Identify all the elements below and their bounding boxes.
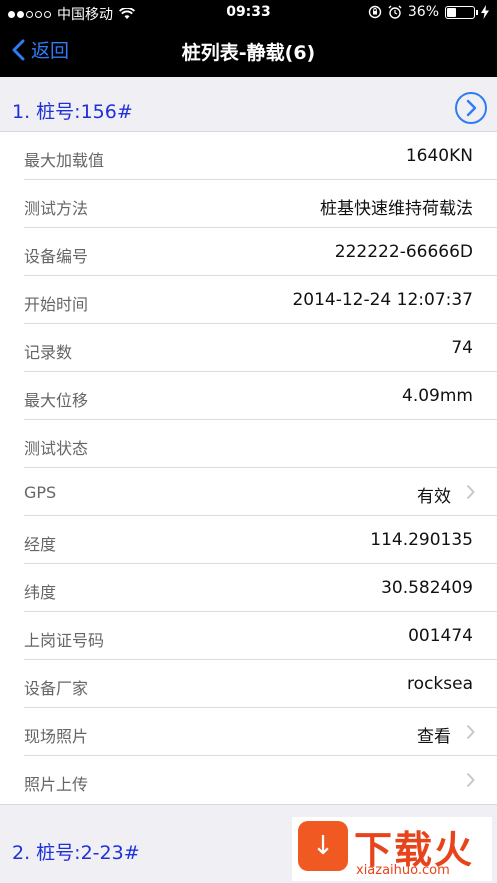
page-title: 桩列表-静载(6)	[181, 42, 316, 64]
list-row[interactable]: GPS 有效	[0, 468, 497, 516]
rotation-lock-icon	[368, 5, 382, 19]
row-value: 1640KN	[405, 146, 473, 166]
chevron-right-icon	[466, 99, 477, 117]
row-value: 查看	[417, 727, 451, 747]
row-label: 最大加载值	[24, 151, 105, 170]
top-bar: 中国移动 09:33 36% 返回 桩列表-静载(6)	[0, 0, 497, 77]
list-row: 测试状态	[0, 420, 497, 468]
list-row: 记录数 74	[0, 324, 497, 372]
list-row: 最大位移 4.09mm	[0, 372, 497, 420]
list-row: 设备编号 222222-66666D	[0, 228, 497, 276]
row-value: rocksea	[407, 674, 473, 694]
row-label: 最大位移	[24, 391, 89, 410]
row-value: 4.09mm	[402, 386, 473, 406]
row-label: 测试方法	[24, 199, 89, 218]
list-row: 开始时间 2014-12-24 12:07:37	[0, 276, 497, 324]
section-header-1: 1. 桩号:156#	[0, 77, 497, 131]
row-value: 001474	[408, 626, 473, 646]
row-value: 桩基快速维持荷载法	[320, 199, 473, 219]
battery-percent: 36%	[407, 4, 439, 20]
row-label: 照片上传	[24, 775, 89, 794]
row-label: 开始时间	[24, 295, 89, 314]
chevron-right-icon	[466, 724, 475, 740]
row-label: 记录数	[24, 343, 73, 362]
chevron-right-icon	[466, 484, 475, 500]
charging-icon	[481, 5, 489, 19]
detail-disclosure-button[interactable]	[455, 92, 487, 124]
row-value: 2014-12-24 12:07:37	[292, 290, 473, 310]
section-title: 2. 桩号:2-23#	[12, 842, 140, 864]
alarm-icon	[388, 5, 402, 19]
section-title: 1. 桩号:156#	[12, 101, 133, 123]
status-bar: 中国移动 09:33 36%	[0, 0, 497, 24]
row-label: 现场照片	[24, 727, 89, 746]
list-row[interactable]: 现场照片 查看	[0, 708, 497, 756]
list-row: 最大加载值 1640KN	[0, 132, 497, 180]
row-label: 纬度	[24, 583, 57, 602]
row-value: 有效	[417, 487, 451, 507]
row-value: 30.582409	[381, 578, 473, 598]
pile-detail-list: 最大加载值 1640KN 测试方法 桩基快速维持荷载法设备编号 222222-66666…	[0, 131, 497, 805]
row-label: 测试状态	[24, 439, 89, 458]
list-row: 测试方法 桩基快速维持荷载法	[0, 180, 497, 228]
row-label: 设备编号	[24, 247, 89, 266]
list-row: 经度 114.290135	[0, 516, 497, 564]
watermark-sub: xiazaihuo.com	[356, 863, 450, 878]
chevron-right-icon	[466, 772, 475, 788]
row-label: 经度	[24, 535, 57, 554]
list-row[interactable]: 照片上传	[0, 756, 497, 804]
watermark: ↓ 下载火 xiazaihuo.com	[292, 817, 492, 881]
nav-bar: 返回 桩列表-静载(6)	[0, 24, 497, 77]
status-right: 36%	[368, 4, 489, 20]
list-row: 上岗证号码 001474	[0, 612, 497, 660]
flame-logo-icon: ↓	[298, 821, 348, 871]
row-value: 222222-66666D	[334, 242, 473, 262]
row-value: 74	[451, 338, 473, 358]
battery-icon	[445, 5, 478, 19]
row-value: 114.290135	[370, 530, 473, 550]
row-label: GPS	[24, 483, 57, 502]
list-row: 设备厂家 rocksea	[0, 660, 497, 708]
row-label: 上岗证号码	[24, 631, 105, 650]
row-label: 设备厂家	[24, 679, 89, 698]
list-row: 纬度 30.582409	[0, 564, 497, 612]
